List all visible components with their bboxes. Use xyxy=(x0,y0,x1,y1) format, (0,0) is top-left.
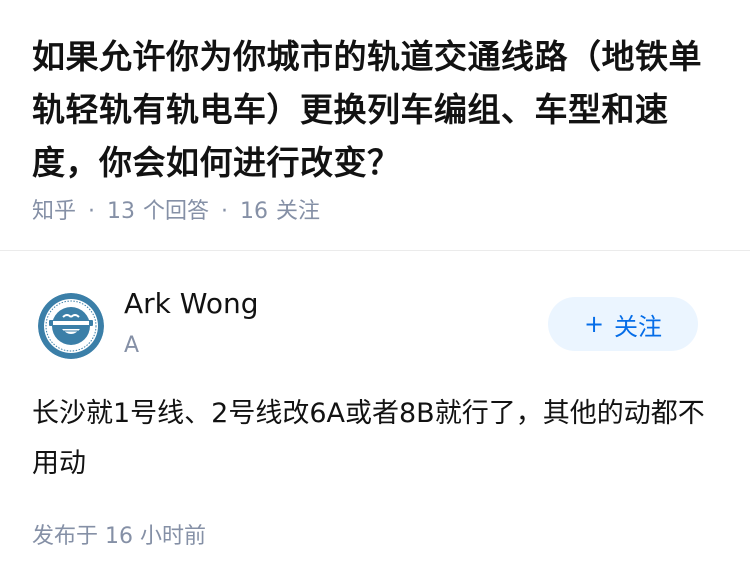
answer-content[interactable]: 长沙就1号线、2号线改6A或者8B就行了，其他的动都不用动 xyxy=(32,389,722,489)
follower-count: 16 xyxy=(240,199,269,224)
plus-icon: + xyxy=(583,310,605,338)
meta-separator: · xyxy=(88,199,96,224)
answer-count-label[interactable]: 个回答 xyxy=(143,196,209,228)
avatar[interactable] xyxy=(38,293,104,359)
follow-button-label: 关注 xyxy=(614,312,663,341)
source-label[interactable]: 知乎 xyxy=(32,196,76,228)
follower-count-label[interactable]: 关注 xyxy=(276,196,320,228)
publish-time: 发布于 16 小时前 xyxy=(32,524,206,549)
answer-count: 13 xyxy=(107,199,136,224)
author-name[interactable]: Ark Wong xyxy=(124,287,258,321)
question-meta: 知乎 · 13 个回答 · 16 关注 xyxy=(32,196,320,228)
answer-card: Ark Wong A + 关注 长沙就1号线、2号线改6A或者8B就行了，其他的… xyxy=(0,251,750,588)
question-header: 如果允许你为你城市的轨道交通线路（地铁单轨轻轨有轨电车）更换列车编组、车型和速度… xyxy=(0,0,750,250)
meta-separator: · xyxy=(221,199,229,224)
author-tag: A xyxy=(124,333,140,358)
laughing-man-logo-icon xyxy=(38,293,104,359)
question-title[interactable]: 如果允许你为你城市的轨道交通线路（地铁单轨轻轨有轨电车）更换列车编组、车型和速度… xyxy=(32,30,718,189)
follow-button[interactable]: + 关注 xyxy=(548,297,698,351)
